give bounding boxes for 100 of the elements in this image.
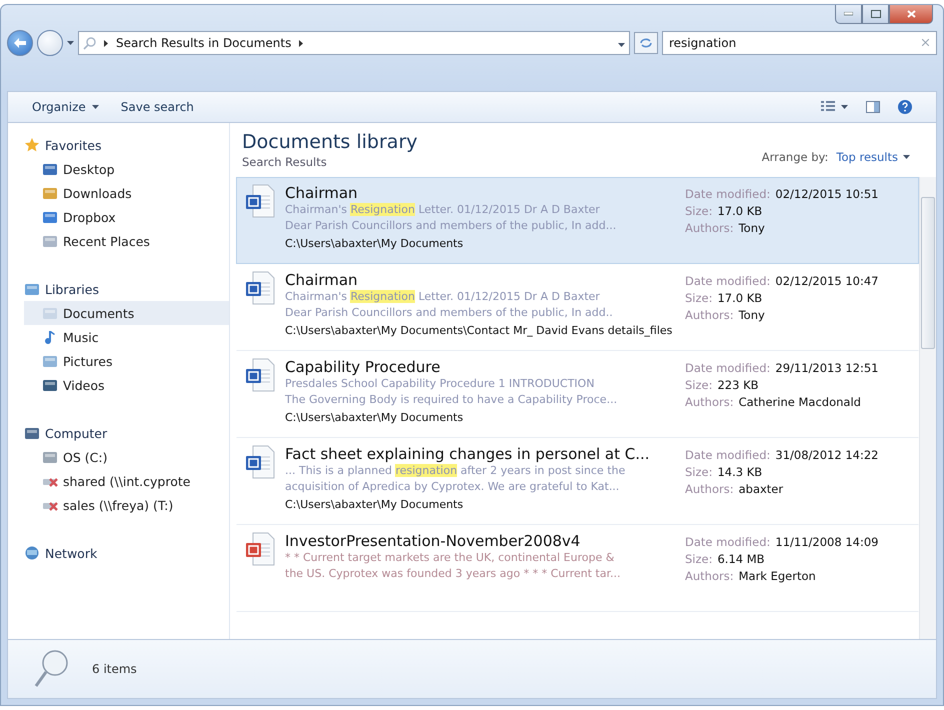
close-button[interactable] <box>889 5 933 24</box>
minimize-button[interactable] <box>835 5 862 24</box>
detail-value: 223 KB <box>717 378 759 392</box>
network-icon <box>24 545 40 561</box>
arrange-label: Arrange by: <box>762 150 828 164</box>
detail-value: 17.0 KB <box>717 204 762 218</box>
content-snippet: ... This is a planned resignation after 2 years in post since the <box>285 463 626 479</box>
folder-icon <box>42 185 58 201</box>
help-icon <box>898 100 912 114</box>
file-name: Chairman <box>285 184 359 202</box>
preview-pane-button[interactable] <box>866 99 880 115</box>
detail-value: 31/08/2012 14:22 <box>775 448 878 462</box>
nav-item[interactable]: Downloads <box>24 181 229 205</box>
detail-value: abaxter <box>738 482 784 496</box>
folder-icon <box>42 449 58 465</box>
library-title: Documents library <box>242 131 418 153</box>
detail-label: Authors: <box>685 395 734 409</box>
search-icon <box>83 36 96 50</box>
folder-icon <box>24 281 40 297</box>
document-icon <box>42 305 58 321</box>
library-subtitle: Search Results <box>242 155 328 169</box>
breadcrumb[interactable]: Search Results in Documents <box>116 36 292 50</box>
nav-group-header[interactable]: Network <box>24 541 229 565</box>
detail-label: Date modified: <box>685 535 770 549</box>
nav-item[interactable]: Pictures <box>24 349 229 373</box>
content-snippet: The Governing Body is required to have a Capability Proce... <box>285 392 618 408</box>
toolbar-button[interactable]: Organize <box>32 98 99 116</box>
magnifier-icon <box>34 649 70 689</box>
scrollbar-thumb[interactable] <box>921 197 935 349</box>
content-snippet: Chairman's Resignation Letter. 01/12/2015 Dr A D Baxter <box>285 202 601 218</box>
detail-label: Date modified: <box>685 274 770 288</box>
word-document-icon <box>245 358 275 392</box>
detail-label: Date modified: <box>685 187 770 201</box>
nav-group-header[interactable]: Computer <box>24 421 229 445</box>
toolbar-button[interactable]: Save search <box>120 98 194 116</box>
detail-value: Tony <box>738 221 765 235</box>
content-snippet: Chairman's Resignation Letter. 01/12/2015 Dr A D Baxter <box>285 289 601 305</box>
detail-value: 14.3 KB <box>717 465 762 479</box>
file-name: Fact sheet explaining changes in personel at C... <box>285 445 651 463</box>
folder-icon <box>42 233 58 249</box>
scrollbar[interactable] <box>919 177 936 639</box>
caret-icon <box>841 105 848 109</box>
nav-item[interactable]: Documents <box>24 301 229 325</box>
chevron-icon <box>299 40 304 46</box>
nav-item[interactable]: shared (\\int.cyprote <box>24 469 229 493</box>
help-button[interactable] <box>898 98 912 116</box>
nav-item[interactable]: Music <box>24 325 229 349</box>
nav-item[interactable]: Desktop <box>24 157 229 181</box>
file-name: Chairman <box>285 271 359 289</box>
caret-icon <box>903 155 910 159</box>
refresh-button[interactable] <box>634 32 658 54</box>
left-arrow-icon <box>14 38 26 48</box>
forward-button[interactable] <box>37 30 63 56</box>
detail-label: Size: <box>685 552 712 566</box>
caret-icon <box>92 105 99 109</box>
monitor-icon <box>42 161 58 177</box>
file-name: InvestorPresentation-November2008v4 <box>285 532 582 550</box>
detail-label: Authors: <box>685 482 734 496</box>
detail-value: 02/12/2015 10:47 <box>775 274 878 288</box>
close-icon <box>906 10 916 18</box>
word-document-icon <box>245 271 275 305</box>
nav-item[interactable]: Dropbox <box>24 205 229 229</box>
nav-item[interactable]: Recent Places <box>24 229 229 253</box>
arrange-dropdown[interactable]: Top results <box>836 150 910 164</box>
detail-value: 6.14 MB <box>717 552 765 566</box>
detail-label: Size: <box>685 204 712 218</box>
content-snippet: * * Current target markets are the UK, continental Europe & <box>285 550 616 566</box>
content-snippet: Dear Parish Councillors and members of the public, In add... <box>285 218 618 234</box>
detail-value: Tony <box>738 308 765 322</box>
monitor-icon <box>24 425 40 441</box>
detail-value: 11/11/2008 14:09 <box>775 535 878 549</box>
address-bar[interactable]: Search Results in Documents <box>78 31 630 55</box>
back-button[interactable] <box>7 30 33 56</box>
search-field[interactable]: resignation <box>662 31 937 55</box>
nav-item[interactable]: sales (\\freya) (T:) <box>24 493 229 517</box>
detail-label: Authors: <box>685 569 734 583</box>
music-note-icon <box>42 329 58 345</box>
maximize-button[interactable] <box>862 5 889 24</box>
detail-value: 02/12/2015 10:51 <box>775 187 878 201</box>
detail-label: Size: <box>685 465 712 479</box>
pane-icon <box>866 101 880 113</box>
detail-value: Catherine Macdonald <box>738 395 861 409</box>
folder-icon <box>42 377 58 393</box>
nav-group-header[interactable]: Favorites <box>24 133 229 157</box>
clear-icon[interactable] <box>922 39 929 46</box>
chevron-icon <box>104 40 108 46</box>
file-path: C:\Users\abaxter\My Documents <box>285 237 464 250</box>
view-list-icon <box>821 101 835 113</box>
presentation-document-icon <box>245 532 275 566</box>
folder-icon <box>42 353 58 369</box>
content-snippet: the US. Cyprotex was founded 3 years ago * * * Current tar... <box>285 566 622 582</box>
minimize-icon <box>844 12 853 16</box>
detail-label: Authors: <box>685 221 734 235</box>
detail-value: Mark Egerton <box>738 569 816 583</box>
folder-icon <box>42 209 58 225</box>
nav-item[interactable]: OS (C:) <box>24 445 229 469</box>
nav-group-header[interactable]: Libraries <box>24 277 229 301</box>
detail-label: Date modified: <box>685 361 770 375</box>
file-path: C:\Users\abaxter\My Documents\Contact Mr_ David Evans details_files <box>285 324 674 337</box>
nav-item[interactable]: Videos <box>24 373 229 397</box>
